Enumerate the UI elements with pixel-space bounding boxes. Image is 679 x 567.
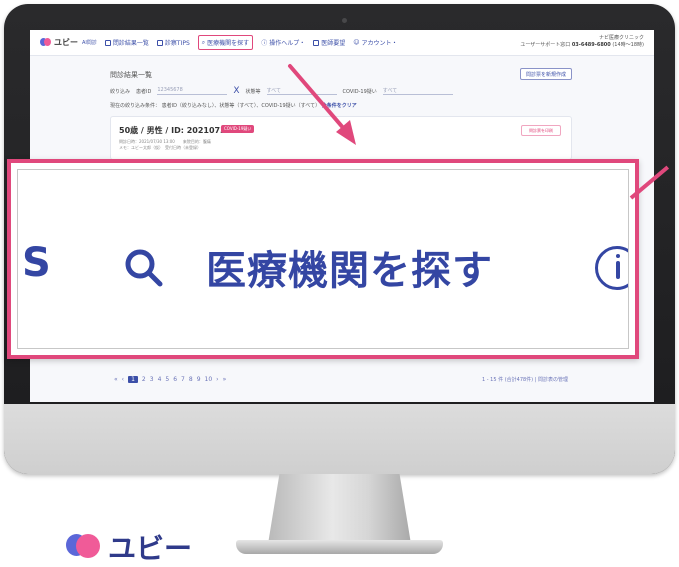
zoom-content: S 医療機関を探す	[17, 169, 629, 349]
product-illustration: ユビー AI問診 問診結果一覧 診察TIPS ⌕ 医療機関を探す ⓘ 操作ヘルプ…	[0, 0, 679, 567]
search-icon: ⌕	[201, 38, 206, 46]
support-label: ユーザーサポート窓口	[520, 42, 571, 48]
page-6[interactable]: 6	[173, 376, 177, 383]
card-title: 50歳 / 男性 / ID: 20210730	[119, 126, 232, 135]
search-icon	[125, 249, 163, 287]
new-questionnaire-button[interactable]: 問診票を新規作成	[520, 68, 572, 80]
app-header: ユビー AI問診 問診結果一覧 診察TIPS ⌕ 医療機関を探す ⓘ 操作ヘルプ…	[30, 30, 654, 56]
filter-label: 絞り込み	[110, 88, 131, 95]
nav-item-requests[interactable]: 医師要望	[313, 38, 345, 47]
zoom-text-fragment: S	[22, 240, 51, 286]
ubie-logo: ユビー	[66, 527, 192, 567]
pagination: « ‹ 1 2 3 4 5 6 7 8 9 10 › »	[114, 376, 226, 383]
find-clinic-label[interactable]: 医療機関を探す	[206, 238, 493, 296]
nav-item-label: 医療機関を探す	[207, 40, 250, 47]
logo-text: ユビー	[108, 532, 193, 565]
last-page-button[interactable]: »	[223, 376, 227, 383]
covid-label: COVID-19疑い	[342, 88, 377, 95]
status-select[interactable]: すべて	[266, 87, 337, 95]
patient-id-input[interactable]: 12345678	[157, 87, 228, 95]
support-info: ナビ医療クリニック ユーザーサポート窓口 03-6489-6800 (14時〜1…	[520, 35, 644, 49]
heart-logo-icon	[66, 534, 102, 560]
nav-item-label: 医師要望	[321, 40, 346, 47]
book-icon	[156, 39, 163, 46]
patient-id-label: 患者ID	[136, 88, 152, 95]
nav-item-results[interactable]: 問診結果一覧	[104, 38, 149, 47]
prev-page-button[interactable]: ‹	[122, 376, 124, 383]
results-summary: 1 - 15 件 (合計478件) | 問診表の管理	[481, 377, 568, 383]
nav-item-tips[interactable]: 診察TIPS	[156, 38, 190, 47]
monitor-stand-base	[236, 540, 443, 554]
next-page-button[interactable]: ›	[216, 376, 218, 383]
page-7[interactable]: 7	[181, 376, 185, 383]
page-5[interactable]: 5	[165, 376, 169, 383]
conditions-text: 患者ID（絞り込みなし）、状態等（すべて）、COVID-19疑い（すべて）	[161, 103, 321, 109]
brand-name: ユビー	[54, 38, 78, 47]
filter-row: 絞り込み 患者ID 12345678 X 状態等 すべて COVID-19疑い …	[110, 86, 490, 96]
nav-item-help[interactable]: ⓘ 操作ヘルプ・	[261, 38, 305, 47]
first-page-button[interactable]: «	[114, 376, 118, 383]
nav-item-label: 問診結果一覧	[112, 40, 149, 47]
info-icon: ⓘ	[261, 40, 268, 47]
page-title: 問診結果一覧	[110, 71, 152, 79]
covid-tag: COVID-19疑い	[221, 125, 255, 133]
monitor-stand-neck	[268, 474, 411, 544]
clinic-name: ナビ医療クリニック	[598, 35, 644, 41]
info-icon	[595, 246, 628, 290]
nav-item-account[interactable]: ☺ アカウント・	[353, 38, 397, 47]
conditions-prefix: 現在の絞り込み条件：	[110, 103, 161, 109]
zoom-callout: S 医療機関を探す	[7, 159, 639, 359]
page-10[interactable]: 10	[205, 376, 213, 383]
covid-select[interactable]: すべて	[382, 87, 453, 95]
current-conditions: 現在の絞り込み条件： 患者ID（絞り込みなし）、状態等（すべて）、COVID-1…	[110, 102, 357, 109]
page-9[interactable]: 9	[197, 376, 201, 383]
clear-input-button[interactable]: X	[233, 86, 239, 96]
nav-item-label: 診察TIPS	[164, 40, 190, 47]
camera-dot	[342, 18, 347, 23]
page-1[interactable]: 1	[128, 376, 138, 383]
brand-suffix: AI問診	[82, 40, 97, 46]
page-8[interactable]: 8	[189, 376, 193, 383]
heart-logo-icon	[40, 38, 51, 47]
user-icon: ☺	[353, 39, 360, 46]
card-details: 問診日時：2021/07/30 13:00 来院目的：腹痛 メモ：ユビー太郎（仮…	[119, 139, 211, 151]
page-3[interactable]: 3	[150, 376, 154, 383]
monitor-chin	[4, 404, 675, 474]
page-4[interactable]: 4	[158, 376, 162, 383]
nav-item-label: アカウント・	[361, 40, 398, 47]
support-hours: (14時〜18時)	[612, 42, 644, 48]
page-2[interactable]: 2	[142, 376, 146, 383]
result-card[interactable]: 50歳 / 男性 / ID: 20210730 COVID-19疑い 問診日時：…	[110, 116, 572, 160]
print-button[interactable]: 問診票を印刷	[521, 125, 561, 136]
status-label: 状態等	[245, 88, 261, 95]
list-icon	[104, 39, 111, 46]
document-icon	[313, 39, 320, 46]
support-line: ユーザーサポート窓口 03-6489-6800 (14時〜18時)	[520, 42, 644, 49]
nav-item-find-clinic[interactable]: ⌕ 医療機関を探す	[197, 35, 254, 50]
support-phone[interactable]: 03-6489-6800	[572, 42, 611, 48]
card-detail-line: メモ：ユビー太郎（仮） 受付日時（未登録）	[119, 145, 201, 150]
brand[interactable]: ユビー AI問診	[40, 37, 97, 48]
nav-item-label: 操作ヘルプ・	[269, 40, 306, 47]
clear-conditions-link[interactable]: 全条件をクリア	[322, 103, 357, 109]
